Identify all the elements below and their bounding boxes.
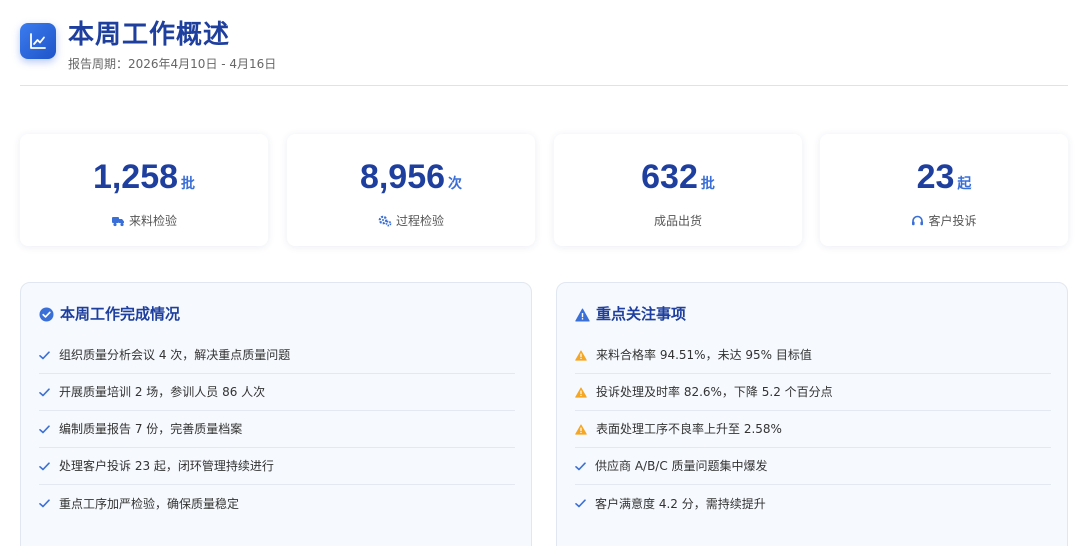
stat-value: 8,956 xyxy=(359,158,446,196)
list-item-text: 处理客户投诉 23 起，闭环管理持续进行 xyxy=(59,459,274,473)
list-item-text: 供应商 A/B/C 质量问题集中爆发 xyxy=(595,459,768,473)
completed-list: 组织质量分析会议 4 次，解决重点质量问题 开展质量培训 2 场，参训人员 86… xyxy=(39,337,515,522)
list-item-text: 来料合格率 94.51%，未达 95% 目标值 xyxy=(596,348,812,362)
stat-card-process-inspection: 8,956 次 过程检验 xyxy=(287,134,535,246)
stat-value: 632 xyxy=(641,158,698,196)
panel-title: 本周工作完成情况 xyxy=(60,305,181,323)
stat-card-incoming-inspection: 1,258 批 来料检验 xyxy=(20,134,268,246)
stat-value: 23 xyxy=(916,158,955,196)
check-icon xyxy=(575,499,586,508)
list-item: 投诉处理及时率 82.6%，下降 5.2 个百分点 xyxy=(575,374,1051,411)
truck-icon xyxy=(111,217,124,227)
stat-unit: 起 xyxy=(957,176,972,192)
list-item-text: 重点工序加严检验，确保质量稳定 xyxy=(59,496,240,511)
check-icon xyxy=(39,350,50,359)
check-circle-icon xyxy=(39,307,54,322)
list-item-text: 表面处理工序不良率上升至 2.58% xyxy=(596,422,782,436)
list-item-text: 开展质量培训 2 场，参训人员 86 人次 xyxy=(59,385,266,399)
warning-icon xyxy=(575,349,587,361)
check-icon xyxy=(575,461,586,470)
focus-items-panel: 重点关注事项 来料合格率 94.51%，未达 95% 目标值 投诉处理及时率 8… xyxy=(556,282,1068,546)
list-item: 表面处理工序不良率上升至 2.58% xyxy=(575,411,1051,448)
warning-icon xyxy=(575,308,590,322)
stat-label: 成品出货 xyxy=(653,214,702,228)
check-icon xyxy=(39,387,50,396)
cogs-icon xyxy=(378,215,392,227)
list-item: 供应商 A/B/C 质量问题集中爆发 xyxy=(575,448,1051,485)
report-header: 本周工作概述 报告周期：2026年4月10日 - 4月16日 xyxy=(20,12,1068,86)
list-item-text: 投诉处理及时率 82.6%，下降 5.2 个百分点 xyxy=(596,385,833,399)
check-icon xyxy=(39,499,50,508)
list-item: 处理客户投诉 23 起，闭环管理持续进行 xyxy=(39,448,515,485)
stat-unit: 批 xyxy=(700,176,715,192)
check-icon xyxy=(39,461,50,470)
warning-icon xyxy=(575,423,587,435)
list-item-text: 组织质量分析会议 4 次，解决重点质量问题 xyxy=(59,348,291,362)
stat-card-finished-shipment: 632 批 成品出货 xyxy=(554,134,802,246)
warning-icon xyxy=(575,386,587,398)
focus-list: 来料合格率 94.51%，未达 95% 目标值 投诉处理及时率 82.6%，下降… xyxy=(575,337,1051,522)
list-item: 组织质量分析会议 4 次，解决重点质量问题 xyxy=(39,337,515,374)
line-chart-icon xyxy=(20,23,56,59)
stat-label: 过程检验 xyxy=(395,214,444,228)
stat-unit: 次 xyxy=(448,176,463,192)
list-item-text: 编制质量报告 7 份，完善质量档案 xyxy=(59,422,243,436)
panel-title: 重点关注事项 xyxy=(596,305,687,323)
list-item: 编制质量报告 7 份，完善质量档案 xyxy=(39,411,515,448)
list-item: 客户满意度 4.2 分，需持续提升 xyxy=(575,485,1051,522)
list-item-text: 客户满意度 4.2 分，需持续提升 xyxy=(595,496,766,511)
check-icon xyxy=(39,424,50,433)
report-period: 报告周期：2026年4月10日 - 4月16日 xyxy=(68,57,277,71)
stat-value: 1,258 xyxy=(92,158,179,196)
stat-label: 来料检验 xyxy=(128,214,177,228)
list-item: 开展质量培训 2 场，参训人员 86 人次 xyxy=(39,374,515,411)
stat-label: 客户投诉 xyxy=(928,214,977,228)
stat-card-customer-complaints: 23 起 客户投诉 xyxy=(820,134,1068,246)
list-item: 来料合格率 94.51%，未达 95% 目标值 xyxy=(575,337,1051,374)
headset-icon xyxy=(912,215,924,226)
completed-work-panel: 本周工作完成情况 组织质量分析会议 4 次，解决重点质量问题 开展质量培训 2 … xyxy=(20,282,532,546)
page-title: 本周工作概述 xyxy=(68,20,231,50)
stat-unit: 批 xyxy=(181,176,196,192)
list-item: 重点工序加严检验，确保质量稳定 xyxy=(39,485,515,522)
